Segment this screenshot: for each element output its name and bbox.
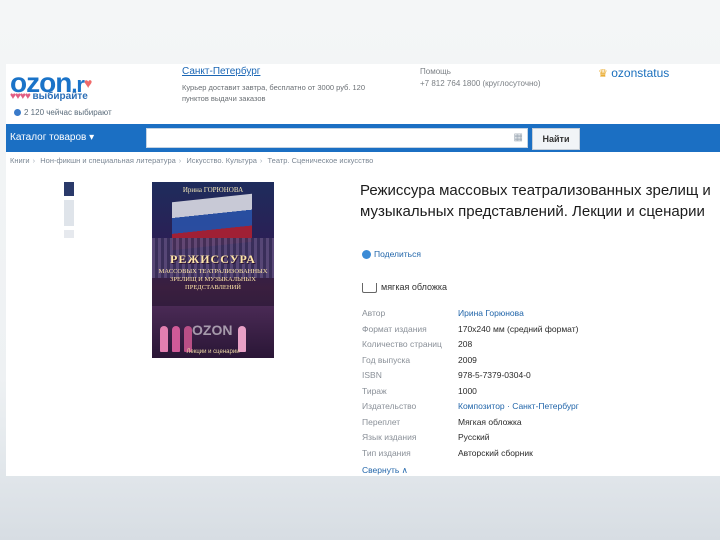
breadcrumb-item[interactable]: Искусство. Культура — [186, 156, 257, 165]
author-link[interactable]: Ирина Горюнова — [458, 308, 524, 318]
search-input[interactable]: ▦ — [146, 128, 528, 148]
help-block[interactable]: Помощь +7 812 764 1800 (круглосуточно) — [420, 66, 541, 90]
breadcrumb-item[interactable]: Театр. Сценическое искусство — [268, 156, 374, 165]
buyers-counter: 2 120 чейчас выбирают — [14, 108, 112, 117]
breadcrumb: Книги › Нон-фикшн и специальная литератур… — [10, 156, 374, 165]
binding-type: мягкая обложка — [362, 282, 447, 293]
city-selector[interactable]: Санкт-Петербург — [182, 66, 260, 77]
product-title: Режиссура массовых театрализованных зрел… — [360, 182, 711, 220]
browser-screenshot: ozon.r♥ ♥♥♥♥ выбирайте 2 120 чейчас выби… — [6, 64, 720, 476]
help-phone: +7 812 764 1800 (круглосуточно) — [420, 79, 541, 88]
catalog-menu-button[interactable]: Каталог товаров ▾ — [10, 132, 94, 143]
book-cover-image[interactable]: Ирина ГОРЮНОВА РЕЖИССУРА МАССОВЫХ ТЕАТРА… — [152, 182, 274, 358]
crown-icon: ♛ — [598, 68, 608, 80]
share-icon — [362, 250, 371, 260]
keyboard-icon[interactable]: ▦ — [514, 132, 523, 143]
thumbnail-page[interactable] — [64, 230, 74, 238]
ozon-status-link[interactable]: ♛ ozonstatus — [598, 66, 669, 80]
hearts-icon: ♥♥♥♥ — [10, 91, 31, 102]
user-icon — [14, 109, 21, 117]
cover-watermark: OZON — [192, 322, 233, 338]
share-button[interactable]: Поделиться — [362, 249, 421, 260]
cover-author: Ирина ГОРЮНОВА — [182, 186, 244, 194]
thumbnail-cover[interactable] — [64, 182, 74, 196]
cover-subtitle: Лекции и сценарии — [186, 349, 240, 355]
cover-title: РЕЖИССУРА МАССОВЫХ ТЕАТРАЛИЗОВАННЫХ ЗРЕЛ… — [158, 252, 268, 291]
help-title: Помощь — [420, 67, 451, 76]
thumbnail-page[interactable] — [64, 200, 74, 226]
breadcrumb-item[interactable]: Нон-фикшн и специальная литература — [40, 156, 176, 165]
search-button[interactable]: Найти — [532, 128, 580, 150]
book-icon — [362, 282, 377, 293]
delivery-info: Курьер доставит завтра, бесплатно от 300… — [182, 83, 366, 103]
collapse-link[interactable]: Свернуть ∧ — [362, 465, 408, 476]
nav-bar: Каталог товаров ▾ ▦ Найти — [6, 124, 720, 152]
tagline: ♥♥♥♥ выбирайте — [10, 91, 88, 102]
heart-icon: ♥ — [84, 75, 92, 91]
breadcrumb-item[interactable]: Книги — [10, 156, 30, 165]
publisher-link[interactable]: Композитор · Санкт-Петербург — [458, 401, 579, 411]
